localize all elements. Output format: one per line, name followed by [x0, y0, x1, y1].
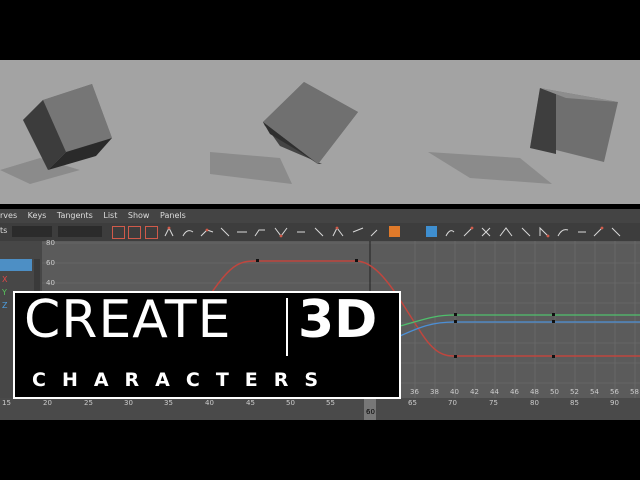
title-divider [286, 298, 288, 356]
insert-key-icon[interactable] [128, 226, 141, 239]
timeline-tick-label: 65 [408, 399, 417, 407]
x-tick-label: 50 [550, 388, 559, 396]
title-subtitle: CHARACTERS [32, 369, 335, 391]
keyframe[interactable] [552, 320, 555, 323]
keyframe[interactable] [454, 313, 457, 316]
buffer-curve-button[interactable] [426, 226, 437, 237]
timeline-tick-label: 25 [84, 399, 93, 407]
timeline-tick-label: 45 [246, 399, 255, 407]
current-frame-marker[interactable]: 60 [364, 398, 376, 420]
keyframe[interactable] [355, 259, 358, 262]
cube-shadow [210, 152, 292, 184]
viewport-3d[interactable] [0, 60, 640, 204]
x-tick-label: 56 [610, 388, 619, 396]
stats-field[interactable] [12, 226, 52, 237]
y-tick-label: 60 [46, 259, 55, 267]
curve-green[interactable] [399, 314, 640, 327]
x-tick-label: 44 [490, 388, 499, 396]
axis-z-label[interactable]: Z [2, 301, 7, 310]
timeline-tick-label: 30 [124, 399, 133, 407]
value-field[interactable] [58, 226, 102, 237]
timeline-tick-label: 20 [43, 399, 52, 407]
keyframe[interactable] [256, 259, 259, 262]
graph-editor-toolbar: ts [0, 223, 640, 241]
timeline-tick-label: 80 [530, 399, 539, 407]
lattice-icon[interactable] [145, 226, 158, 239]
keyframe[interactable] [454, 355, 457, 358]
x-tick-row: 36 38 40 42 44 46 48 50 52 54 56 58 [405, 388, 640, 398]
x-tick-label: 38 [430, 388, 439, 396]
axis-x-label[interactable]: X [2, 275, 7, 284]
axis-y-label[interactable]: Y [2, 288, 7, 297]
outliner-label: ts [0, 226, 8, 235]
cube-shadow [428, 152, 552, 184]
menu-curves[interactable]: rves [0, 211, 17, 220]
x-tick-label: 54 [590, 388, 599, 396]
title-word-create: CREATE [24, 290, 232, 350]
timeline-ticks: 15 20 25 30 35 40 45 50 55 60 65 70 75 8… [0, 398, 640, 412]
time-slider[interactable]: 15 20 25 30 35 40 45 50 55 60 65 70 75 8… [0, 398, 640, 420]
menu-tangents[interactable]: Tangents [57, 211, 93, 220]
x-tick-label: 52 [570, 388, 579, 396]
viewport-scene [0, 82, 618, 184]
timeline-tick-label: 85 [570, 399, 579, 407]
keyframe[interactable] [454, 320, 457, 323]
snap-button-selected[interactable] [389, 226, 400, 237]
timeline-tick-label: 50 [286, 399, 295, 407]
timeline-tick-label: 15 [2, 399, 11, 407]
timeline-tick-label: 75 [489, 399, 498, 407]
menu-keys[interactable]: Keys [28, 211, 47, 220]
timeline-tick-label: 70 [448, 399, 457, 407]
curve-blue[interactable] [399, 321, 640, 337]
menu-list[interactable]: List [103, 211, 117, 220]
timeline-tick-label: 35 [164, 399, 173, 407]
timeline-tick-label: 90 [610, 399, 619, 407]
menu-panels[interactable]: Panels [160, 211, 186, 220]
tangent-tools-icons[interactable] [163, 226, 383, 238]
x-tick-label: 48 [530, 388, 539, 396]
cube-object[interactable] [23, 84, 112, 170]
y-tick-label: 80 [46, 239, 55, 247]
graph-editor-menubar: rves Keys Tangents List Show Panels [0, 209, 640, 223]
move-key-icon[interactable] [112, 226, 125, 239]
current-frame-label: 60 [366, 408, 375, 416]
y-tick-label: 40 [46, 279, 55, 287]
x-tick-label: 58 [630, 388, 639, 396]
timeline-tick-label: 40 [205, 399, 214, 407]
cube-object[interactable] [263, 82, 358, 164]
cube-object[interactable] [530, 88, 618, 162]
keyframe[interactable] [552, 313, 555, 316]
curve-tools-icons[interactable] [444, 226, 640, 238]
x-tick-label: 36 [410, 388, 419, 396]
timeline-tick-label: 55 [326, 399, 335, 407]
menu-show[interactable]: Show [128, 211, 150, 220]
title-word-3d: 3D [298, 290, 378, 350]
x-tick-label: 40 [450, 388, 459, 396]
outliner-selected-row[interactable] [0, 259, 32, 271]
keyframe[interactable] [552, 355, 555, 358]
x-tick-label: 46 [510, 388, 519, 396]
x-tick-label: 42 [470, 388, 479, 396]
